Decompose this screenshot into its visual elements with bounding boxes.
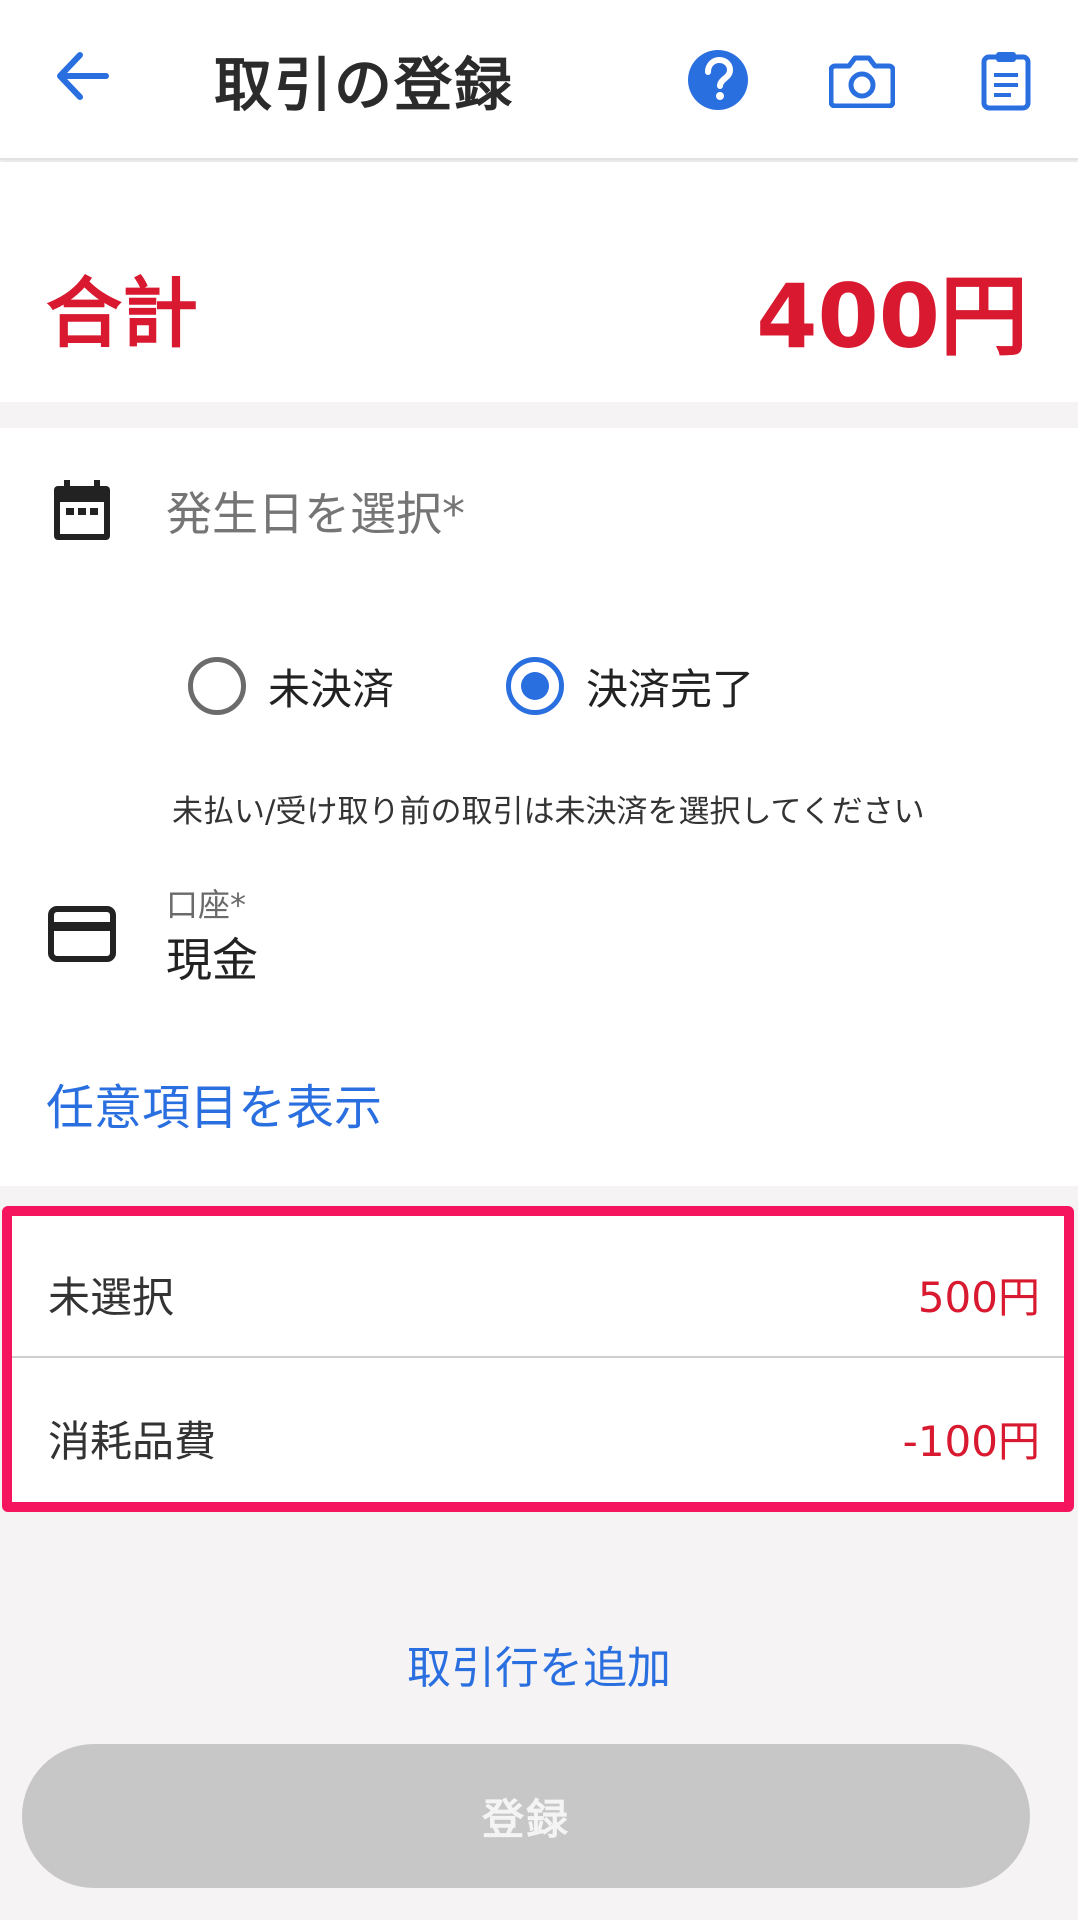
total-label: 合計 (46, 269, 198, 358)
help-icon (688, 50, 748, 110)
transaction-line[interactable]: 消耗品費 -100円 (12, 1360, 1064, 1502)
total-value: 400円 (756, 265, 1028, 368)
total-section: 合計 400円 (0, 162, 1078, 402)
arrow-back-icon (57, 52, 109, 100)
date-field[interactable]: 発生日を選択* (166, 478, 465, 544)
transaction-line[interactable]: 未選択 500円 (12, 1216, 1064, 1358)
payment-status-radio-group: 未決済 決済完了 (188, 656, 888, 716)
page: 取引の登録 合計 400円 発生日を選択* 未決済 決済完了 未払い/受け取り前… (0, 0, 1078, 1920)
line-amount: 500円 (917, 1273, 1040, 1322)
camera-button[interactable] (822, 40, 902, 120)
radio-unpaid-label: 未決済 (268, 664, 395, 714)
payment-hint: 未払い/受け取り前の取引は未決済を選択してください (172, 794, 925, 830)
radio-paid-label: 決済完了 (586, 664, 755, 714)
show-optional-fields-link[interactable]: 任意項目を表示 (46, 1068, 382, 1138)
radio-unpaid[interactable]: 未決済 (188, 656, 394, 716)
clipboard-icon (981, 52, 1031, 111)
back-button[interactable] (50, 40, 114, 112)
help-button[interactable] (678, 40, 758, 120)
clipboard-button[interactable] (966, 40, 1046, 120)
radio-paid[interactable]: 決済完了 (506, 656, 754, 716)
submit-label: 登録 (481, 1794, 570, 1844)
line-amount: -100円 (902, 1417, 1040, 1466)
credit-card-icon (48, 906, 116, 962)
account-label: 口座* (166, 886, 247, 924)
add-line-button[interactable]: 取引行を追加 (0, 1632, 1078, 1696)
line-category: 未選択 (48, 1273, 175, 1322)
transaction-form: 発生日を選択* 未決済 決済完了 未払い/受け取り前の取引は未決済を選択してくだ… (0, 428, 1078, 1186)
account-select[interactable]: 現金 (166, 924, 258, 990)
camera-icon (829, 55, 895, 108)
calendar-icon (54, 480, 110, 540)
line-category: 消耗品費 (48, 1417, 217, 1466)
page-title: 取引の登録 (214, 51, 515, 119)
radio-button-unchecked (188, 657, 246, 715)
radio-button-checked (506, 657, 564, 715)
app-header: 取引の登録 (0, 0, 1078, 160)
submit-button[interactable]: 登録 (22, 1744, 1030, 1888)
transaction-lines: 未選択 500円 消耗品費 -100円 (2, 1206, 1074, 1512)
